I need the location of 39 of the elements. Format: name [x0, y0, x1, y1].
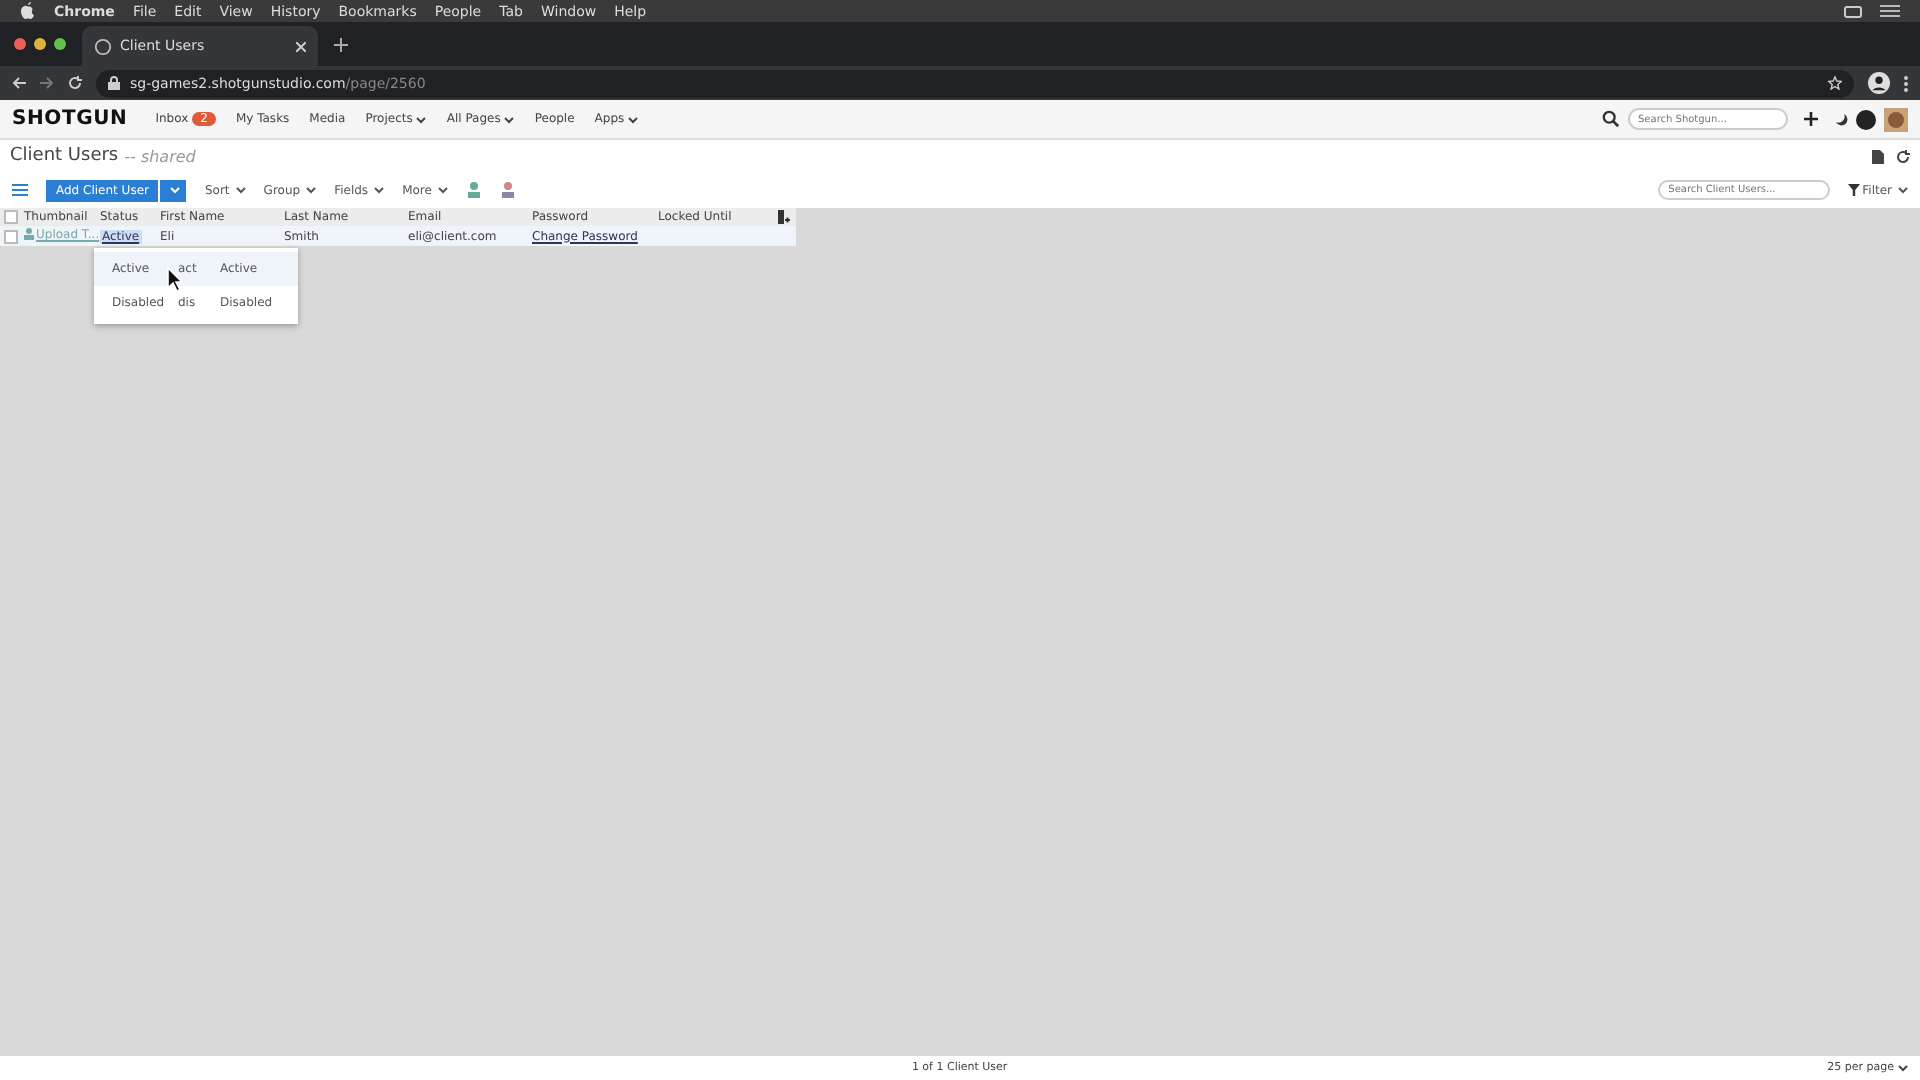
caret-icon [437, 186, 448, 194]
search-icon[interactable] [1602, 110, 1620, 128]
document-icon[interactable] [1872, 149, 1884, 163]
reload-icon[interactable] [68, 76, 82, 90]
page-subtitle: -- shared [124, 147, 196, 165]
avatar[interactable] [1884, 107, 1908, 131]
filter-icon [1848, 184, 1861, 196]
new-tab-icon[interactable] [334, 37, 348, 51]
profile-icon[interactable] [1868, 72, 1890, 94]
person-icon [24, 228, 34, 241]
plus-icon[interactable] [1804, 112, 1818, 126]
moon-icon[interactable] [1834, 112, 1848, 126]
person-icon[interactable] [465, 182, 482, 198]
person-icon[interactable] [499, 182, 516, 198]
caret-icon [1898, 1064, 1909, 1072]
page-title: Client Users [10, 146, 119, 166]
caret-icon [170, 186, 181, 194]
apple-icon[interactable] [20, 2, 36, 20]
checkbox[interactable] [4, 210, 18, 224]
refresh-icon[interactable] [1896, 149, 1910, 163]
star-icon[interactable] [1828, 76, 1842, 90]
dropdown-button[interactable] [160, 179, 187, 201]
list-icon[interactable] [1880, 4, 1900, 18]
caret-icon [416, 115, 427, 123]
cast-icon[interactable] [1844, 5, 1862, 17]
logo[interactable]: SHOTGUN [12, 108, 128, 130]
add-column-icon[interactable] [778, 210, 790, 224]
checkbox[interactable] [4, 229, 18, 243]
menu-icon[interactable] [12, 184, 28, 196]
caret-icon [628, 115, 639, 123]
caret-icon [504, 115, 515, 123]
lock-icon [108, 76, 120, 90]
forward-icon[interactable] [40, 76, 54, 90]
close-icon[interactable] [296, 41, 306, 51]
caret-icon [1898, 186, 1908, 194]
caret-icon [306, 186, 317, 194]
caret-icon [235, 186, 246, 194]
caret-icon [374, 186, 385, 194]
back-icon[interactable] [12, 76, 26, 90]
